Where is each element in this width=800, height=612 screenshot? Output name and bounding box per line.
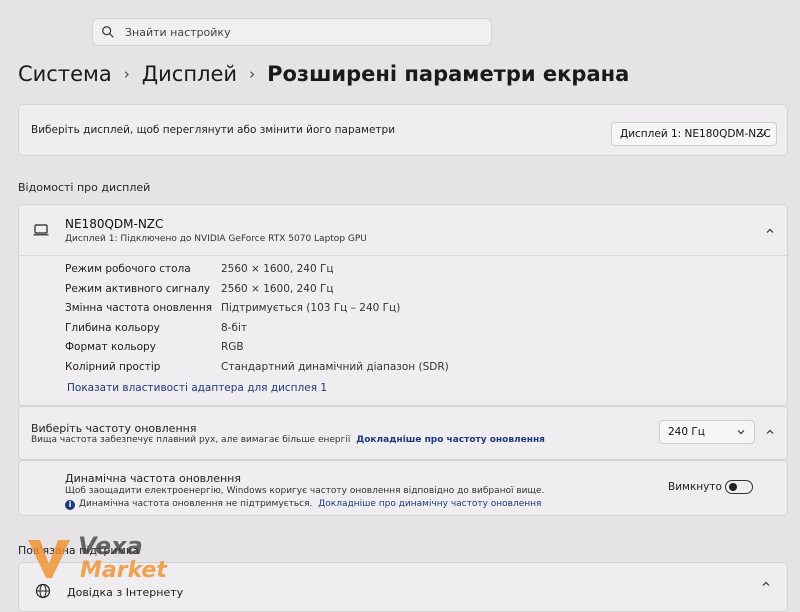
toggle-state-label: Вимкнуто [668,481,722,493]
dynamic-refresh-description: Щоб заощадити електроенергію, Windows ко… [65,486,545,496]
refresh-rate-card: Виберіть частоту оновлення Вища частота … [18,406,788,460]
property-value: 8-біт [221,321,247,334]
property-key: Формат кольору [65,341,156,353]
property-key: Режим робочого стола [65,263,191,275]
display-info-title: Відомості про дисплей [18,181,151,194]
chevron-up-icon[interactable] [761,579,771,589]
watermark-text-top: Vexa [78,532,143,560]
breadcrumb-system[interactable]: Система [18,62,112,86]
select-display-card: Виберіть дисплей, щоб переглянути або зм… [18,104,788,156]
property-key: Режим активного сигналу [65,282,211,295]
web-help-item[interactable]: Довідка з Інтернету [67,586,183,599]
property-key: Глибина кольору [65,321,160,334]
display-dropdown-value: Дисплей 1: NE180QDM-NZC [620,128,771,140]
dynamic-refresh-warning-text: Динамічна частота оновлення не підтримує… [79,499,313,509]
dynamic-refresh-toggle[interactable] [725,480,753,494]
refresh-rate-value: 240 Гц [668,426,705,438]
property-value: Стандартний динамічний діапазон (SDR) [221,360,449,373]
property-key: Колірний простір [65,360,161,373]
device-header[interactable]: NE180QDM-NZC Дисплей 1: Підключено до NV… [19,205,787,256]
select-display-label: Виберіть дисплей, щоб переглянути або зм… [31,124,396,136]
chevron-down-icon [737,430,745,435]
device-name: NE180QDM-NZC [65,217,164,231]
chevron-down-icon [759,132,767,137]
refresh-rate-title: Виберіть частоту оновлення [31,422,197,435]
refresh-rate-dropdown[interactable]: 240 Гц [659,420,755,444]
dynamic-refresh-warning: Динамічна частота оновлення не підтримує… [79,499,541,509]
property-value: Підтримується (103 Гц – 240 Гц) [221,302,401,314]
adapter-properties-link[interactable]: Показати властивості адаптера для диспле… [67,382,327,394]
refresh-rate-description: Вища частота забезпечує плавний рух, але… [31,435,545,445]
info-icon: i [65,500,75,510]
watermark-text-bottom: Market [80,558,167,583]
dynamic-refresh-card: Динамічна частота оновлення Щоб заощадит… [18,460,788,516]
property-key: Змінна частота оновлення [65,302,213,314]
display-info-card: NE180QDM-NZC Дисплей 1: Підключено до NV… [18,204,788,406]
chevron-up-icon[interactable] [765,427,775,437]
search-input[interactable] [123,24,467,40]
breadcrumb-display[interactable]: Дисплей [142,62,237,86]
laptop-icon [33,224,49,236]
display-dropdown[interactable]: Дисплей 1: NE180QDM-NZC [611,122,777,146]
breadcrumb: Система › Дисплей › Розширені параметри … [18,58,629,90]
search-box[interactable] [92,18,492,46]
search-icon [102,26,114,38]
chevron-up-icon[interactable] [765,226,775,236]
dynamic-refresh-title: Динамічна частота оновлення [65,472,241,485]
chevron-right-icon: › [123,65,130,83]
globe-icon [35,583,51,599]
dynamic-refresh-link[interactable]: Докладніше про динамічну частоту оновлен… [318,499,541,509]
watermark-logo-icon [28,540,70,578]
page-title: Розширені параметри екрана [267,62,630,86]
refresh-rate-link[interactable]: Докладніше про частоту оновлення [356,435,545,445]
refresh-rate-description-text: Вища частота забезпечує плавний рух, але… [31,435,351,445]
device-subtitle: Дисплей 1: Підключено до NVIDIA GeForce … [65,234,367,244]
property-value: 2560 × 1600, 240 Гц [221,263,334,275]
property-value: 2560 × 1600, 240 Гц [221,282,334,295]
chevron-right-icon: › [249,65,256,83]
property-value: RGB [221,341,244,353]
